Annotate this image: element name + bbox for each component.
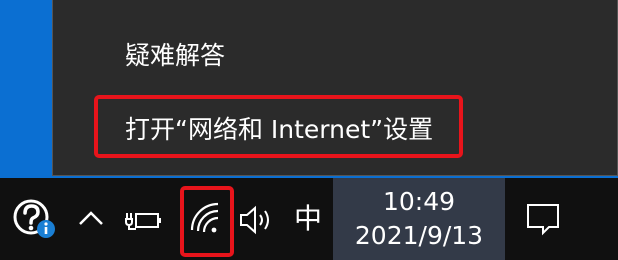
menu-item-troubleshoot[interactable]: 疑难解答	[53, 30, 617, 82]
notification-icon[interactable]	[518, 196, 568, 242]
battery-icon[interactable]	[124, 200, 164, 240]
chevron-up-icon[interactable]	[76, 198, 106, 238]
clock-time: 10:49	[382, 187, 456, 216]
input-method-indicator[interactable]: 中	[288, 196, 328, 242]
clock-date: 2021/9/13	[354, 221, 484, 250]
help-icon[interactable]	[10, 195, 58, 243]
volume-icon[interactable]	[238, 200, 276, 240]
wifi-highlight-box	[180, 186, 234, 257]
taskbar-clock[interactable]: 10:49 2021/9/13	[333, 178, 505, 260]
taskbar: 中 10:49 2021/9/13	[0, 178, 618, 260]
menu-highlight-box	[94, 95, 463, 158]
